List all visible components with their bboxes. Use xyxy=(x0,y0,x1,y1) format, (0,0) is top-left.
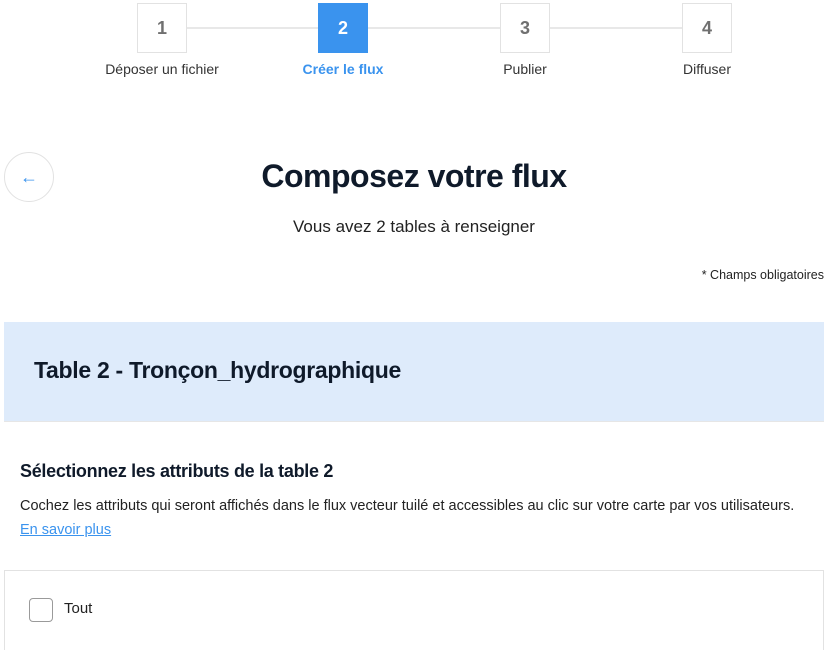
step-2[interactable]: 2 xyxy=(318,3,368,53)
attributes-list xyxy=(4,570,824,650)
required-fields-note: * Champs obligatoires xyxy=(701,268,824,282)
step-connector xyxy=(368,27,500,29)
step-connector xyxy=(550,27,682,29)
step-1[interactable]: 1 xyxy=(137,3,187,53)
section-heading: Sélectionnez les attributs de la table 2 xyxy=(20,461,334,481)
step-connector xyxy=(187,27,318,29)
step-3-label: Publier xyxy=(503,61,547,77)
page-subtitle: Vous avez 2 tables à renseigner xyxy=(293,217,535,236)
section-description: Cochez les attributs qui seront affichés… xyxy=(20,498,795,538)
table-header: Table 2 - Tronçon_hydrographique xyxy=(4,322,824,422)
learn-more-link[interactable]: En savoir plus xyxy=(20,522,111,538)
step-1-label: Déposer un fichier xyxy=(105,61,219,77)
step-4[interactable]: 4 xyxy=(682,3,732,53)
table-title: Table 2 - Tronçon_hydrographique xyxy=(34,357,401,383)
select-all-checkbox[interactable] xyxy=(29,598,53,622)
page-title: Composez votre flux xyxy=(261,158,567,194)
step-2-label: Créer le flux xyxy=(302,61,384,77)
step-3[interactable]: 3 xyxy=(500,3,550,53)
select-all-label[interactable]: Tout xyxy=(64,600,92,617)
step-4-label: Diffuser xyxy=(683,61,731,77)
